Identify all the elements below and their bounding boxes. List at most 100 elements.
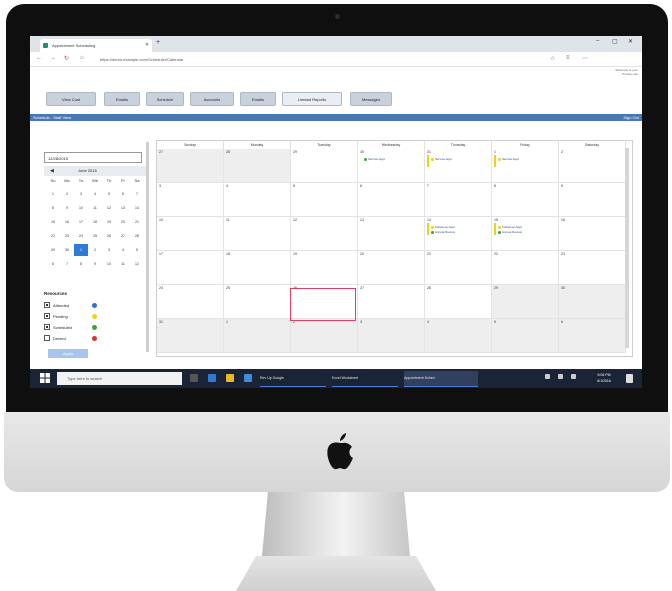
mini-cal-day[interactable]: 17: [74, 216, 88, 228]
mini-cal-day[interactable]: 7: [60, 258, 74, 270]
date-input[interactable]: 12/28/2015: [44, 152, 142, 163]
close-window-icon[interactable]: ✕: [628, 38, 633, 45]
calendar-day-cell[interactable]: 13: [358, 217, 425, 251]
file-explorer-icon[interactable]: [226, 374, 234, 382]
calendar-day-cell[interactable]: 21: [425, 251, 492, 285]
mini-cal-day[interactable]: 29: [46, 244, 60, 256]
legend-item[interactable]: Attended: [44, 301, 104, 310]
calendar-day-cell[interactable]: 23: [559, 251, 626, 285]
mini-cal-day[interactable]: 8: [46, 202, 60, 214]
mini-cal-day[interactable]: 10: [74, 202, 88, 214]
mini-cal-day[interactable]: 3: [102, 244, 116, 256]
calendar-event[interactable]: Service Appt: [431, 157, 452, 161]
calendar-day-cell[interactable]: 27: [358, 285, 425, 319]
notifications-icon[interactable]: [626, 374, 633, 383]
calendar-day-cell[interactable]: 30: [559, 285, 626, 319]
mini-cal-day[interactable]: 12: [130, 258, 144, 270]
left-panel-scrollbar[interactable]: [146, 142, 149, 352]
volume-icon[interactable]: [558, 374, 563, 379]
edge-icon[interactable]: [208, 374, 216, 382]
maximize-icon[interactable]: ▢: [612, 38, 618, 45]
mini-cal-day[interactable]: 2: [88, 244, 102, 256]
mini-cal-day[interactable]: 8: [74, 258, 88, 270]
apply-button[interactable]: Apply: [48, 349, 88, 358]
mini-cal-day[interactable]: 19: [102, 216, 116, 228]
legend-item[interactable]: Pending: [44, 312, 104, 321]
mini-cal-day[interactable]: 14: [130, 202, 144, 214]
mini-cal-day[interactable]: 27: [116, 230, 130, 242]
mini-cal-day[interactable]: 4: [116, 244, 130, 256]
legend-checkbox[interactable]: [44, 335, 50, 341]
calendar-day-cell[interactable]: 9: [559, 183, 626, 217]
calendar-day-cell[interactable]: 12: [291, 217, 358, 251]
mini-cal-day[interactable]: 15: [46, 216, 60, 228]
calendar-day-cell[interactable]: 31: [157, 319, 224, 353]
mini-cal-day[interactable]: 5: [130, 244, 144, 256]
calendar-day-cell[interactable]: 5: [291, 183, 358, 217]
mini-cal-day[interactable]: 9: [88, 258, 102, 270]
calendar-day-cell[interactable]: 1: [224, 319, 291, 353]
store-icon[interactable]: [244, 374, 252, 382]
back-icon[interactable]: ←: [36, 55, 42, 61]
calendar-day-cell[interactable]: 22: [492, 251, 559, 285]
calendar-day-cell[interactable]: 28: [224, 149, 291, 183]
calendar-day-cell[interactable]: 18: [224, 251, 291, 285]
sign-out-link[interactable]: Sign Out: [623, 114, 639, 121]
settings-icon[interactable]: ⋯: [582, 55, 588, 62]
taskbar-app-1[interactable]: Rev Up Google: [260, 371, 326, 387]
new-tab-icon[interactable]: +: [156, 39, 160, 46]
mini-cal-day[interactable]: 10: [102, 258, 116, 270]
calendar-day-cell[interactable]: 11: [224, 217, 291, 251]
calendar-day-cell[interactable]: 30: [358, 149, 425, 183]
calendar-event[interactable]: Service Appt: [364, 157, 385, 161]
nav-button-5[interactable]: Unread Reports: [282, 92, 342, 106]
calendar-scrollbar[interactable]: [625, 148, 629, 348]
mini-cal-day[interactable]: 6: [116, 188, 130, 200]
calendar-day-cell[interactable]: 4: [425, 319, 492, 353]
nav-button-4[interactable]: Emails: [240, 92, 276, 106]
calendar-day-cell[interactable]: 31: [425, 149, 492, 183]
mini-cal-day[interactable]: 28: [130, 230, 144, 242]
calendar-day-cell[interactable]: 8: [492, 183, 559, 217]
calendar-day-cell[interactable]: 29: [291, 149, 358, 183]
mini-cal-day[interactable]: 13: [116, 202, 130, 214]
legend-checkbox[interactable]: [44, 324, 50, 330]
mini-cal-day[interactable]: 9: [60, 202, 74, 214]
mini-cal-day[interactable]: 4: [88, 188, 102, 200]
legend-checkbox[interactable]: [44, 302, 50, 308]
mini-cal-day[interactable]: 22: [46, 230, 60, 242]
mini-cal-day[interactable]: 11: [88, 202, 102, 214]
mini-cal-day[interactable]: 23: [60, 230, 74, 242]
task-view-icon[interactable]: [190, 374, 198, 382]
mini-cal-day[interactable]: 7: [130, 188, 144, 200]
mini-cal-day[interactable]: 6: [46, 258, 60, 270]
calendar-day-cell[interactable]: 25: [224, 285, 291, 319]
calendar-day-cell[interactable]: 3: [157, 183, 224, 217]
url-field[interactable]: https://demo.example.com/Scheduler/Calen…: [100, 55, 540, 64]
calendar-day-cell[interactable]: 1: [492, 149, 559, 183]
windows-start-icon[interactable]: [40, 373, 50, 383]
mini-cal-day[interactable]: 25: [88, 230, 102, 242]
minimize-icon[interactable]: –: [596, 38, 599, 44]
calendar-event[interactable]: Annual Review: [498, 230, 522, 234]
calendar-day-cell[interactable]: 6: [358, 183, 425, 217]
mini-cal-day[interactable]: 12: [102, 202, 116, 214]
favorites-icon[interactable]: ☆: [550, 55, 555, 62]
selected-timeslot[interactable]: [290, 288, 356, 321]
calendar-day-cell[interactable]: 6: [559, 319, 626, 353]
reading-list-icon[interactable]: ≡: [566, 55, 570, 61]
mini-cal-day[interactable]: 20: [116, 216, 130, 228]
close-tab-icon[interactable]: ✕: [145, 39, 149, 52]
mini-cal-day[interactable]: 11: [116, 258, 130, 270]
legend-item[interactable]: Scheduled: [44, 323, 104, 332]
calendar-day-cell[interactable]: 24: [157, 285, 224, 319]
reload-icon[interactable]: ↻: [64, 55, 69, 62]
mini-cal-day[interactable]: 18: [88, 216, 102, 228]
browser-tab[interactable]: Appointment Scheduling ✕: [40, 39, 152, 52]
mini-cal-day[interactable]: 2: [60, 188, 74, 200]
mini-cal-day[interactable]: 1: [46, 188, 60, 200]
calendar-day-cell[interactable]: 17: [157, 251, 224, 285]
calendar-event[interactable]: Annual Review: [431, 230, 455, 234]
calendar-day-cell[interactable]: 3: [358, 319, 425, 353]
nav-button-2[interactable]: Schedule: [146, 92, 184, 106]
